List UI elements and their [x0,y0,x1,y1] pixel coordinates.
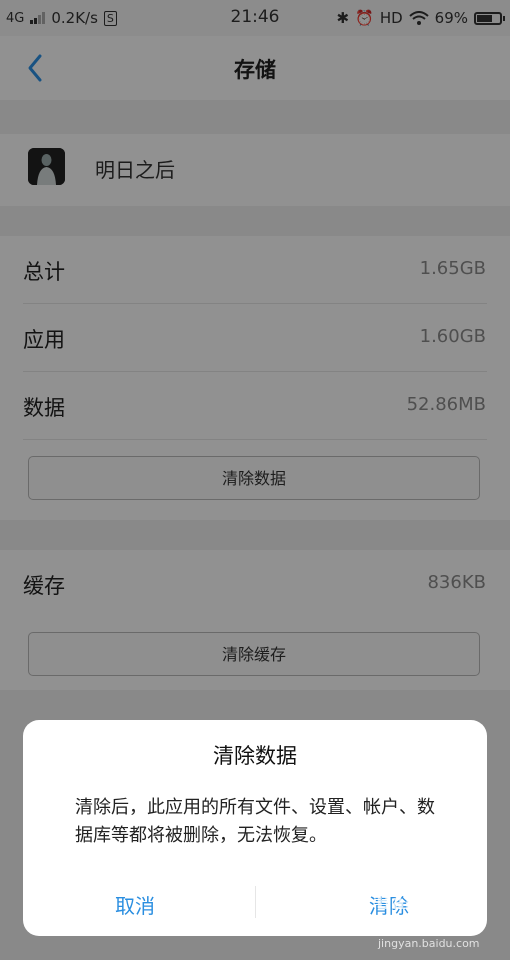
watermark-logo: Bai 经验 [376,890,459,914]
button-divider [255,886,256,918]
dialog-title: 清除数据 [213,744,297,768]
dialog-message: 清除后，此应用的所有文件、设置、帐户、数据库等都将被删除，无法恢复。 [75,797,435,846]
cancel-button[interactable]: 取消 [115,890,155,919]
watermark-url: jingyan.baidu.com [378,937,480,950]
